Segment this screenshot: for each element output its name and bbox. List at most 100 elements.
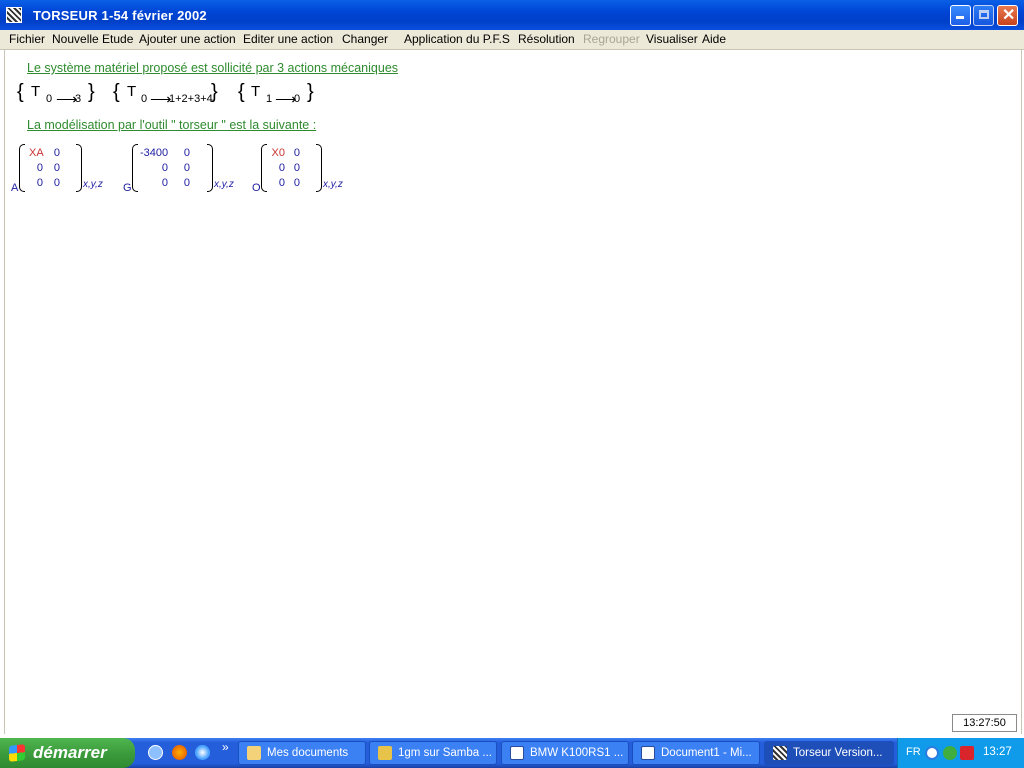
task-document1[interactable]: Document1 - Mi... — [632, 741, 760, 765]
status-clock: 13:27:50 — [952, 714, 1017, 732]
task-mes-documents[interactable]: Mes documents — [238, 741, 366, 765]
brace-close: } — [307, 81, 314, 103]
window-title: TORSEUR 1-54 février 2002 — [33, 8, 207, 23]
matrix-cell: 0 — [53, 162, 60, 174]
torsor-to: 0 — [294, 93, 301, 105]
torseur-app-icon — [773, 746, 787, 760]
maximize-button[interactable] — [973, 5, 994, 26]
window-titlebar[interactable]: TORSEUR 1-54 février 2002 ✕ — [0, 0, 1024, 30]
matrix-basis: x,y,z — [83, 179, 103, 190]
matrix-cell: 0 — [161, 177, 168, 189]
matrix-basis: x,y,z — [323, 179, 343, 190]
matrix-cell: 0 — [161, 162, 168, 174]
heading-modelisation: La modélisation par l'outil " torseur " … — [27, 118, 317, 132]
matrix-bracket-right — [316, 144, 322, 192]
matrix-point: O — [252, 182, 261, 194]
menu-application-pfs[interactable]: Application du P.F.S — [404, 32, 510, 46]
matrix-bracket-left — [132, 144, 138, 192]
matrix-bracket-right — [76, 144, 82, 192]
matrix-cell: 0 — [183, 147, 190, 159]
torsor-matrix-a[interactable]: A XA 0 0 0 0 0 x,y,z — [11, 144, 109, 194]
start-button[interactable]: démarrer — [0, 738, 135, 768]
menu-resolution[interactable]: Résolution — [518, 32, 575, 46]
matrix-cell: X0 — [271, 147, 285, 159]
matrix-cell: 0 — [36, 162, 43, 174]
matrix-cell: 0 — [293, 147, 300, 159]
firefox-icon[interactable] — [172, 745, 187, 760]
minimize-button[interactable] — [950, 5, 971, 26]
task-label: Document1 - Mi... — [661, 747, 752, 759]
word-icon — [510, 746, 524, 760]
antivirus-icon[interactable] — [960, 746, 974, 760]
matrix-cell: 0 — [278, 162, 285, 174]
study-canvas: Le système matériel proposé est sollicit… — [4, 50, 1022, 734]
word-icon — [641, 746, 655, 760]
menu-visualiser[interactable]: Visualiser — [646, 32, 698, 46]
torsor-symbol: T — [31, 83, 41, 100]
matrix-bracket-right — [207, 144, 213, 192]
matrix-point: G — [123, 182, 132, 194]
torsor-to: 1+2+3+4 — [169, 93, 213, 105]
maximize-icon — [979, 10, 989, 19]
task-bmw-doc[interactable]: BMW K100RS1 ... — [501, 741, 629, 765]
menu-ajouter-action[interactable]: Ajouter une action — [139, 32, 236, 46]
torsor-from: 1 — [266, 93, 273, 105]
quicklaunch-more[interactable]: » — [222, 740, 229, 754]
language-indicator[interactable]: FR — [906, 746, 921, 758]
matrix-cell: 0 — [183, 177, 190, 189]
torsor-matrix-g[interactable]: G -3400 0 0 0 0 0 x,y,z — [123, 144, 237, 194]
media-player-icon[interactable] — [195, 745, 210, 760]
menu-fichier[interactable]: Fichier — [9, 32, 45, 46]
brace-close: } — [211, 81, 218, 103]
matrix-cell: 0 — [278, 177, 285, 189]
brace-close: } — [88, 81, 95, 103]
task-label: Torseur Version... — [793, 747, 883, 759]
app-icon[interactable] — [6, 7, 22, 23]
network-folder-icon — [378, 746, 392, 760]
taskbar: démarrer » Mes documents 1gm sur Samba .… — [0, 738, 1024, 768]
menu-bar: Fichier Nouvelle Etude Ajouter une actio… — [0, 30, 1024, 50]
close-icon: ✕ — [1002, 7, 1016, 24]
task-torseur[interactable]: Torseur Version... — [764, 741, 894, 765]
tray-clock[interactable]: 13:27 — [983, 746, 1012, 758]
menu-nouvelle-etude[interactable]: Nouvelle Etude — [52, 32, 133, 46]
brace-open: { — [17, 81, 24, 103]
torsor-to: 3 — [75, 93, 82, 105]
matrix-cell: 0 — [36, 177, 43, 189]
task-label: 1gm sur Samba ... — [398, 747, 492, 759]
heading-actions: Le système matériel proposé est sollicit… — [27, 61, 399, 75]
system-tray: FR 13:27 — [897, 738, 1024, 768]
menu-changer[interactable]: Changer — [342, 32, 388, 46]
matrix-basis: x,y,z — [214, 179, 234, 190]
brace-open: { — [113, 81, 120, 103]
matrix-cell: 0 — [293, 177, 300, 189]
brace-open: { — [238, 81, 245, 103]
matrix-point: A — [11, 182, 19, 194]
network-icon[interactable] — [943, 746, 957, 760]
menu-editer-action[interactable]: Editer une action — [243, 32, 333, 46]
task-label: Mes documents — [267, 747, 349, 759]
matrix-cell: 0 — [53, 147, 60, 159]
task-samba[interactable]: 1gm sur Samba ... — [369, 741, 497, 765]
menu-aide[interactable]: Aide — [702, 32, 726, 46]
minimize-icon — [956, 16, 964, 19]
torsor-from: 0 — [141, 93, 148, 105]
torsor-from: 0 — [46, 93, 53, 105]
matrix-cell: 0 — [53, 177, 60, 189]
task-label: BMW K100RS1 ... — [530, 747, 624, 759]
torsor-symbol: T — [127, 83, 137, 100]
tray-expand-icon[interactable] — [925, 746, 939, 760]
windows-logo-icon — [9, 744, 25, 762]
menu-regrouper: Regrouper — [583, 32, 640, 46]
torsor-matrix-o[interactable]: O X0 0 0 0 0 0 x,y,z — [252, 144, 351, 194]
matrix-cell: 0 — [183, 162, 190, 174]
start-label: démarrer — [33, 743, 107, 762]
matrix-cell: 0 — [293, 162, 300, 174]
folder-icon — [247, 746, 261, 760]
matrix-cell: XA — [29, 147, 44, 159]
torsor-symbol: T — [251, 83, 261, 100]
matrix-bracket-left — [261, 144, 267, 192]
ie-icon[interactable] — [148, 745, 163, 760]
matrix-cell: -3400 — [140, 147, 169, 159]
close-button[interactable]: ✕ — [997, 5, 1018, 26]
